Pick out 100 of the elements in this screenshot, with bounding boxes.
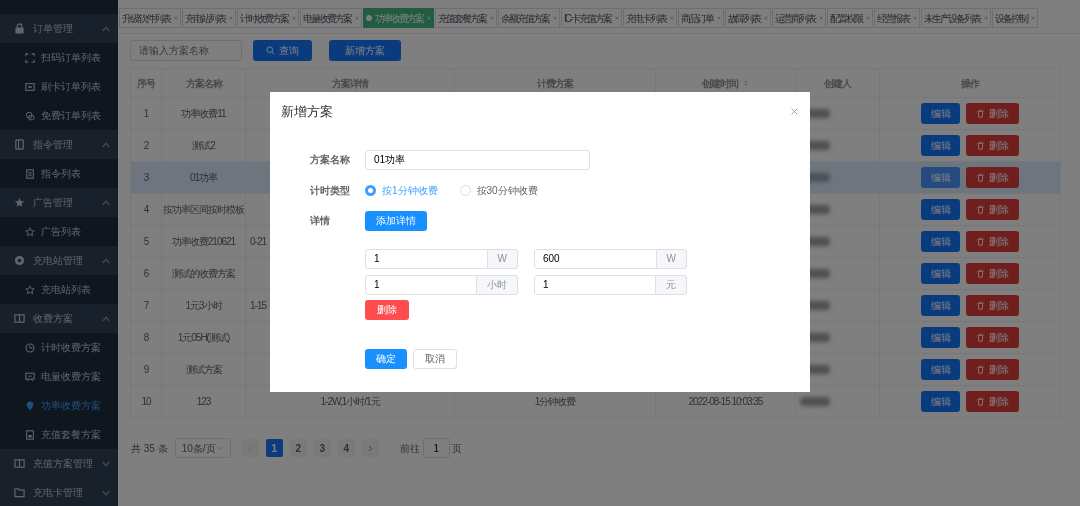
radio-icon[interactable] — [365, 184, 376, 196]
close-icon[interactable] — [669, 15, 676, 21]
edit-button[interactable]: 编辑 — [921, 167, 960, 188]
close-icon[interactable] — [912, 15, 919, 21]
tab[interactable]: 故障列表 — [725, 8, 772, 28]
cancel-button[interactable]: 取消 — [413, 348, 457, 369]
close-icon[interactable] — [489, 15, 495, 21]
close-icon[interactable] — [763, 15, 770, 21]
table-cell: 5 — [131, 226, 162, 258]
page-button[interactable]: 4 — [337, 439, 355, 457]
close-icon[interactable] — [1030, 15, 1037, 21]
edit-button[interactable]: 编辑 — [921, 199, 960, 220]
input-field[interactable]: 1 — [365, 274, 477, 295]
edit-button[interactable]: 编辑 — [921, 135, 960, 156]
tab[interactable]: 电量收费方案 — [300, 8, 362, 28]
close-icon[interactable] — [228, 15, 234, 21]
radio-option[interactable]: 按1分钟收费 — [365, 182, 438, 198]
input-field[interactable]: 1 — [365, 248, 488, 269]
page-number-field[interactable]: 1 — [422, 438, 450, 458]
tab[interactable]: 计时收费方案 — [237, 8, 299, 28]
delete-button[interactable]: 删除 — [966, 327, 1019, 348]
tab[interactable]: 设备控制 — [992, 8, 1039, 28]
close-icon[interactable] — [790, 107, 799, 117]
edit-button[interactable]: 编辑 — [921, 327, 960, 348]
edit-button[interactable]: 编辑 — [921, 263, 960, 284]
add-detail-button[interactable]: 添加详情 — [365, 210, 427, 231]
edit-button[interactable]: 编辑 — [921, 103, 960, 124]
close-icon[interactable] — [983, 15, 990, 21]
delete-button[interactable]: 删除 — [966, 263, 1019, 284]
monitor-icon — [25, 371, 35, 382]
input-field[interactable]: 1 — [534, 274, 656, 295]
table-cell: 6 — [131, 258, 162, 290]
previous-page-button[interactable] — [241, 439, 259, 457]
page-button[interactable]: 3 — [313, 439, 331, 457]
table-cell: 按功率区间按时模板 — [162, 194, 246, 226]
plan-name-field[interactable]: 01功率 — [365, 149, 590, 170]
tab[interactable]: 功率收费方案 — [363, 8, 434, 28]
tab[interactable]: 经营报表 — [874, 8, 921, 28]
confirm-button[interactable]: 确定 — [365, 348, 407, 369]
trash-icon — [976, 205, 985, 214]
page-size-select[interactable]: 10条/页 — [174, 438, 231, 458]
close-icon[interactable] — [614, 15, 621, 21]
input-field[interactable]: 600 — [534, 248, 657, 269]
tab[interactable]: 升级软件列表 — [119, 8, 181, 28]
delete-button[interactable]: 删除 — [966, 391, 1019, 412]
table-cell: 1元05H(测试) — [162, 322, 246, 354]
close-icon[interactable] — [818, 15, 825, 21]
edit-button[interactable]: 编辑 — [921, 295, 960, 316]
query-button[interactable]: 查询 — [253, 40, 312, 61]
field-label: 计时类型 — [310, 183, 351, 198]
trash-icon — [976, 173, 985, 182]
close-icon[interactable] — [552, 15, 558, 21]
document-icon — [25, 429, 35, 440]
delete-button[interactable]: 删除 — [966, 103, 1019, 124]
tablet-icon — [14, 139, 25, 150]
edit-button[interactable]: 编辑 — [921, 231, 960, 252]
trash-icon — [976, 109, 985, 118]
close-icon[interactable] — [173, 15, 179, 21]
tab[interactable]: 商品订单 — [678, 8, 725, 28]
table-cell: 功率收费11 — [162, 98, 246, 130]
radio-option[interactable]: 按30分钟收费 — [459, 182, 538, 198]
tab[interactable]: 充电站列表 — [182, 8, 236, 28]
add-plan-button[interactable]: 新增方案 — [329, 40, 401, 61]
tab[interactable]: 运营商列表 — [772, 8, 827, 28]
trash-icon — [976, 237, 985, 246]
page-button[interactable]: 1 — [265, 439, 283, 457]
tab[interactable]: 未生产设备列表 — [921, 8, 992, 28]
remove-detail-button[interactable]: 删除 — [365, 299, 409, 320]
table-cell: 01功率 — [162, 162, 246, 194]
close-icon[interactable] — [716, 15, 723, 21]
page-button[interactable]: 2 — [289, 439, 307, 457]
delete-button[interactable]: 删除 — [966, 167, 1019, 188]
field-label: 详情 — [310, 214, 331, 228]
delete-button[interactable]: 删除 — [966, 295, 1019, 316]
total-count: 共 35 条 — [131, 441, 168, 456]
close-icon[interactable] — [354, 15, 360, 21]
table-cell: 10 — [131, 386, 162, 418]
tab[interactable]: 配置权限 — [827, 8, 874, 28]
tab[interactable]: 余额充值方案 — [498, 8, 560, 28]
delete-button[interactable]: 删除 — [966, 135, 1019, 156]
edit-button[interactable]: 编辑 — [921, 391, 960, 412]
trash-icon — [976, 333, 985, 342]
delete-button[interactable]: 删除 — [966, 199, 1019, 220]
edit-button[interactable]: 编辑 — [921, 359, 960, 380]
delete-button[interactable]: 删除 — [966, 231, 1019, 252]
tab[interactable]: IC-卡充值方案 — [561, 8, 623, 28]
close-icon[interactable] — [865, 15, 872, 21]
dialog-title: 新增方案 — [281, 103, 333, 121]
table-cell: 1元3小时 — [162, 290, 246, 322]
table-cell: 9 — [131, 354, 162, 386]
delete-button[interactable]: 删除 — [966, 359, 1019, 380]
close-icon[interactable] — [291, 15, 297, 21]
tab[interactable]: 充值套餐方案 — [435, 8, 497, 28]
chat-icon — [25, 110, 35, 121]
tab[interactable]: 充电卡列表 — [623, 8, 678, 28]
disc-icon — [14, 255, 25, 266]
next-page-button[interactable] — [361, 439, 379, 457]
table-cell: 测试方案 — [162, 354, 246, 386]
pin-icon — [25, 400, 35, 411]
redaction-blur — [800, 397, 830, 406]
